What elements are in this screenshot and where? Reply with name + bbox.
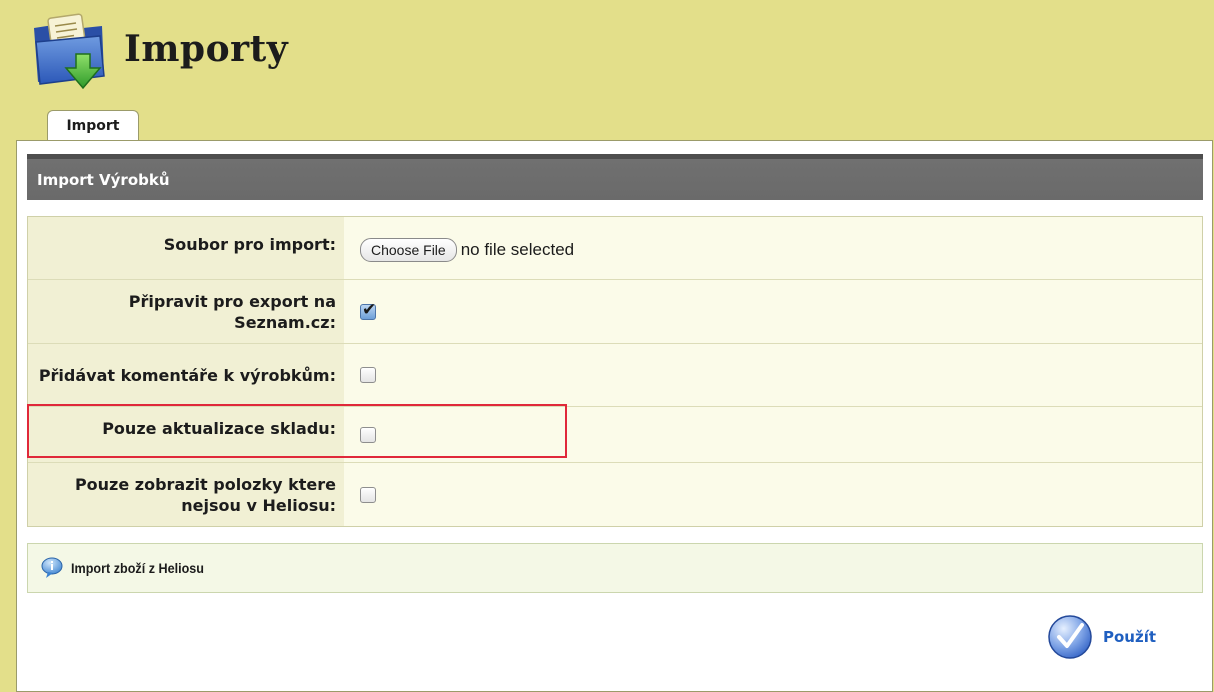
comments-label: Přidávat komentáře k výrobkům: (28, 344, 344, 406)
checkmark-circle-icon (1048, 615, 1092, 659)
import-form: Soubor pro import: Choose File no file s… (27, 216, 1203, 527)
choose-file-button[interactable]: Choose File (360, 238, 457, 262)
seznam-export-label: Připravit pro export na Seznam.cz: (28, 280, 344, 343)
file-label: Soubor pro import: (28, 217, 344, 279)
info-text: Import zboží z Heliosu (71, 560, 205, 576)
seznam-export-checkbox[interactable]: ✔ (360, 300, 376, 320)
page-header: Importy (0, 0, 1214, 108)
info-box: Import zboží z Heliosu (27, 543, 1203, 593)
section-title-bar: Import Výrobků (27, 154, 1203, 200)
checkmark-icon: ✔ (362, 299, 377, 320)
info-bubble-icon (41, 557, 63, 578)
page-title: Importy (124, 28, 289, 70)
folder-import-icon (34, 13, 105, 90)
not-in-helios-label: Pouze zobrazit polozky ktere nejsou v He… (28, 463, 344, 526)
stock-update-checkbox[interactable] (360, 426, 376, 443)
form-row-not-in-helios: Pouze zobrazit polozky ktere nejsou v He… (28, 462, 1202, 526)
stock-update-label: Pouze aktualizace skladu: (28, 407, 344, 462)
tab-import-label: Import (66, 118, 120, 134)
main-panel: Import Výrobků Soubor pro import: Choose… (16, 140, 1213, 692)
tab-import[interactable]: Import (47, 110, 139, 141)
form-row-stock-update: Pouze aktualizace skladu: (28, 406, 1202, 462)
file-status-text: no file selected (460, 240, 575, 259)
form-row-file: Soubor pro import: Choose File no file s… (28, 217, 1202, 279)
apply-label: Použít (1103, 628, 1157, 646)
form-row-comments: Přidávat komentáře k výrobkům: (28, 343, 1202, 406)
section-title: Import Výrobků (37, 170, 170, 189)
form-row-seznam-export: Připravit pro export na Seznam.cz: ✔ (28, 279, 1202, 343)
comments-checkbox[interactable] (360, 367, 376, 383)
not-in-helios-checkbox[interactable] (360, 486, 376, 503)
apply-button[interactable]: Použít (1047, 614, 1156, 660)
